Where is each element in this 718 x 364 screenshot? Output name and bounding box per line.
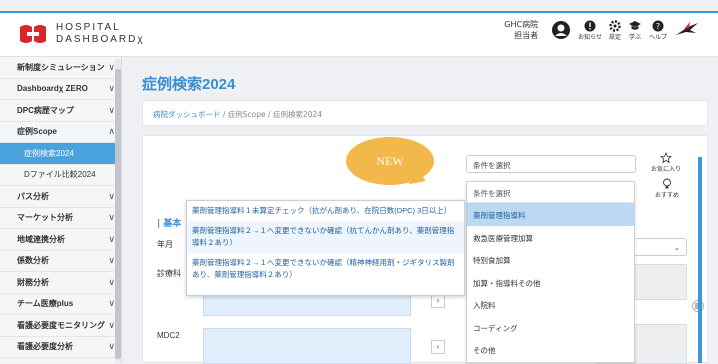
logo-line1: HOSPITAL [56,22,121,33]
gear-label: 設定 [608,33,621,41]
help-label: ヘルプ [648,33,667,41]
sidebar-item-label: 財務分析 [17,277,49,287]
sidebar-item-regional[interactable]: 地域連携分析 ∨ [0,229,121,251]
dropdown-option-pharmacy[interactable]: 薬剤管理指導料 [467,203,634,226]
breadcrumb-case-scope: 症例Scope [227,110,266,119]
hospital-name: GHC病院 [504,20,539,29]
bell-label: お知らせ [578,33,602,41]
label-department: 診療科 [157,269,181,278]
bell-icon[interactable]: お知らせ [578,20,602,41]
sidebar-item-finance[interactable]: 財務分析 ∨ [0,272,121,294]
breadcrumb-home-link[interactable]: 病院ダッシュボード [153,110,221,119]
condition-dropdown[interactable]: 条件を選択 薬剤管理指導料 救急医療管理加算 特別食加算 加算・指導料その他 入… [466,181,635,363]
logo[interactable]: HOSPITAL DASHBOARDχ [18,22,145,46]
sidebar: 新制度シミュレーション ∨ Dashboardχ ZERO ∨ DPC病歴マップ ∨ … [0,57,122,363]
right-accent-stripe [698,157,702,363]
breadcrumb-current: 症例検索2024 [272,110,323,119]
sidebar-item-label: 症例Scope [17,127,58,137]
dropdown-option-special-meal[interactable]: 特別食加算 [467,248,634,271]
sidebar-item-label: 新制度シミュレーション [17,62,105,72]
sidebar-item-nursing-analysis[interactable]: 看護必要度分析 ∨ [0,337,121,358]
breadcrumb: 病院ダッシュボード / 症例Scope / 症例検索2024 [142,100,708,126]
label-mdc: MDC2 [157,331,180,340]
chevron-down-icon: ∨ [108,212,115,223]
chevron-up-icon: ∧ [108,126,115,137]
app-header: HOSPITAL DASHBOARDχ GHC病院 担当者 お知らせ 設定 学ぶ… [0,13,718,57]
help-icon[interactable]: ? ヘルプ [649,20,667,41]
sidebar-item-new-system[interactable]: 新制度シミュレーション ∨ [0,57,121,79]
sidebar-item-label: DPC病歴マップ [17,105,74,115]
sidebar-item-case-scope[interactable]: 症例Scope ∧ [0,122,121,143]
breadcrumb-separator: / [220,110,228,119]
learn-label: 学ぶ [628,33,641,41]
chevron-down-icon: ∨ [108,104,115,115]
page-title: 症例検索2024 [142,76,236,93]
favorite-button[interactable]: お気に入り [651,152,681,173]
sidebar-item-zero[interactable]: Dashboardχ ZERO ∨ [0,79,121,100]
dropdown-option-other[interactable]: その他 [467,338,634,361]
bird-logo-icon [674,21,700,39]
star-icon [660,152,672,164]
dropdown-option-coding[interactable]: コーディング [467,316,634,339]
submenu-option-1[interactable]: 薬剤管理指導料１未算定チェック（抗がん剤あり、在院日数(DPC) 3日以上） [187,201,464,221]
recommend-label: おすすめ [655,192,680,199]
sidebar-item-label: 看護必要度分析 [17,342,73,352]
mdc-list[interactable] [203,328,411,364]
sidebar-item-label: Dashboardχ ZERO [17,84,88,94]
sidebar-subitem-case-search[interactable]: 症例検索2024 [0,143,121,165]
dropdown-option-emergency[interactable]: 救急医療管理加算 [467,226,634,249]
move-left-button[interactable]: ‹ [431,340,445,354]
user-role: 担当者 [514,31,539,40]
sidebar-item-label: パス分析 [17,191,49,201]
logo-mark-icon [18,23,48,45]
graduation-cap-icon[interactable]: 学ぶ [628,20,642,41]
sidebar-item-label: 係数分析 [17,256,49,266]
gear-icon[interactable]: 設定 [608,19,621,41]
dropdown-option-admission[interactable]: 入院料 [467,293,634,316]
department-list[interactable] [203,294,411,316]
chevron-down-icon: ∨ [108,319,115,330]
account-icon[interactable] [551,20,571,40]
chevron-down-icon: ∨ [108,233,115,244]
sidebar-item-label: 看護必要度モニタリング [17,320,105,330]
logo-line2: DASHBOARDχ [56,34,145,45]
chevron-down-icon: ∨ [108,83,115,94]
sidebar-item-label: マーケット分析 [17,213,73,223]
move-right-button[interactable]: › [431,294,445,308]
user-info: GHC病院 担当者 [504,19,538,41]
scrollbar-thumb[interactable] [115,69,121,359]
sidebar-item-label: チーム医療plus [17,299,74,309]
chevron-down-icon: ∨ [108,276,115,287]
sidebar-item-path-analysis[interactable]: パス分析 ∨ [0,186,121,208]
condition-select[interactable]: 条件を選択 [466,155,636,173]
dropdown-option-other-fees[interactable]: 加算・指導料その他 [467,271,634,294]
sidebar-item-market[interactable]: マーケット分析 ∨ [0,208,121,229]
svg-text:?: ? [656,22,660,31]
favorite-label: お気に入り [651,166,682,173]
sidebar-item-label: 地域連携分析 [17,234,65,244]
section-title: | 基本 [157,219,182,229]
submenu-option-3[interactable]: 薬剤管理指導料２→１へ変更できないか確認（精神神経用剤・ジギタリス製剤あり、薬剤… [187,253,464,285]
sidebar-item-coefficient[interactable]: 係数分析 ∨ [0,251,121,272]
sidebar-scrollbar[interactable] [115,59,121,363]
label-month: 年月 [157,240,173,249]
chevron-down-icon: ∨ [108,190,115,201]
sidebar-item-nursing-monitor[interactable]: 看護必要度モニタリング ∨ [0,315,121,337]
dropdown-placeholder: 条件を選択 [467,182,634,203]
sidebar-item-team-care[interactable]: チーム医療plus ∨ [0,294,121,315]
breadcrumb-separator: / [265,110,273,119]
chevron-down-icon: ∨ [108,341,115,352]
chevron-down-icon: ∨ [108,255,115,266]
submenu-flyout: 薬剤管理指導料１未算定チェック（抗がん剤あり、在院日数(DPC) 3日以上） 薬… [186,200,465,296]
chevron-down-icon: ∨ [108,61,115,72]
submenu-option-2[interactable]: 薬剤管理指導料２→１へ変更できないか確認（抗てんかん剤あり、薬剤管理指導料２あり… [187,221,464,253]
sidebar-item-dpc-map[interactable]: DPC病歴マップ ∨ [0,100,121,122]
chevron-down-icon: ∨ [108,298,115,309]
recommend-button[interactable]: おすすめ [655,178,679,199]
lightbulb-icon [663,178,671,189]
sidebar-subitem-dfile-compare[interactable]: Dファイル比較2024 [0,165,121,186]
